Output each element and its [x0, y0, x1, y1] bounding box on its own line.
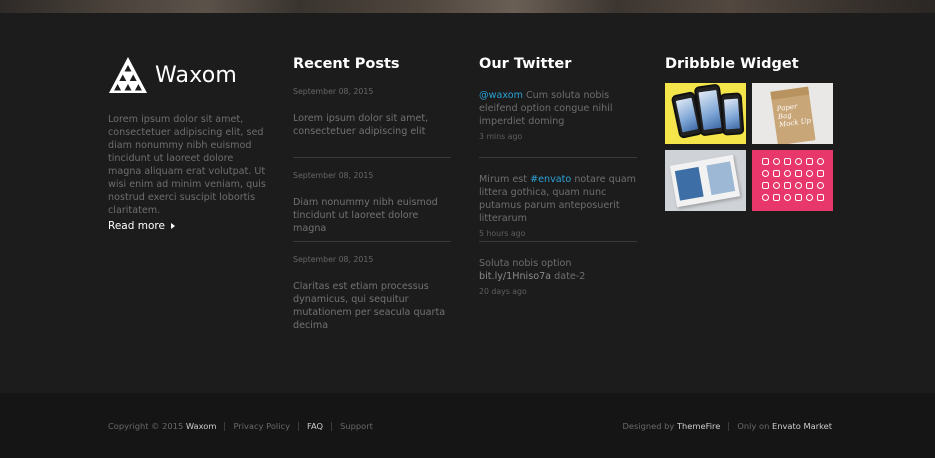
about-text: Lorem ipsum dolor sit amet, consectetuer…: [108, 114, 266, 216]
dribbble-shot-icon-set[interactable]: [752, 150, 833, 211]
tweet-text: Mirum est #envato notare quam littera go…: [479, 173, 637, 225]
divider: [479, 241, 637, 242]
tweet-time: 20 days ago: [479, 287, 527, 296]
tweet-hashtag-link[interactable]: #envato: [530, 174, 571, 185]
logo-text: Waxom: [155, 62, 238, 88]
dribbble-shot-paper-bag[interactable]: Paper Bag Mock Up: [752, 83, 833, 144]
footer-right: Designed by ThemeFire Only on Envato Mar…: [622, 421, 832, 431]
only-on-text: Only on Envato Market: [737, 421, 832, 431]
privacy-policy-link[interactable]: Privacy Policy: [233, 421, 290, 431]
tweet-body: date-2: [551, 271, 586, 282]
tweet-time: 5 hours ago: [479, 229, 526, 238]
dribbble-shot-magazine[interactable]: [665, 150, 746, 211]
tweet-text: @waxom Cum soluta nobis eleifend option …: [479, 89, 637, 128]
tweet-item: @waxom Cum soluta nobis eleifend option …: [479, 89, 637, 141]
dribbble-shot-phones[interactable]: [665, 83, 746, 144]
designed-prefix: Designed by: [622, 421, 677, 431]
dribbble-grid: Paper Bag Mock Up: [665, 83, 833, 211]
themefire-link[interactable]: ThemeFire: [677, 421, 720, 431]
copyright-text: Copyright © 2015 Waxom: [108, 421, 216, 431]
footer-bottom-bar: Copyright © 2015 Waxom Privacy Policy FA…: [0, 393, 935, 458]
envato-market-link[interactable]: Envato Market: [772, 421, 832, 431]
copyright-brand: Waxom: [185, 421, 217, 431]
post-item[interactable]: September 08, 2015 Lorem ipsum dolor sit…: [293, 87, 451, 138]
paper-bag-image: Paper Bag Mock Up: [770, 86, 816, 144]
icon-set-image: [760, 156, 826, 204]
tweet-text: Soluta nobis option bit.ly/1Hniso7a date…: [479, 257, 637, 283]
footer-left: Copyright © 2015 Waxom Privacy Policy FA…: [108, 421, 373, 431]
divider: [293, 157, 451, 158]
footer-separator: [298, 421, 299, 431]
post-date: September 08, 2015: [293, 255, 374, 264]
post-item[interactable]: September 08, 2015 Claritas est etiam pr…: [293, 255, 451, 332]
dribbble-title: Dribbble Widget: [665, 56, 799, 72]
hero-image-strip: [0, 0, 935, 13]
logo[interactable]: Waxom: [108, 56, 237, 94]
caret-right-icon: [170, 223, 175, 229]
read-more-link[interactable]: Read more: [108, 220, 175, 232]
read-more-label: Read more: [108, 220, 165, 232]
tweet-body: Mirum est: [479, 174, 531, 185]
recent-posts-title: Recent Posts: [293, 56, 400, 72]
tweet-url-link[interactable]: bit.ly/1Hniso7a: [479, 271, 551, 282]
post-title[interactable]: Claritas est etiam processus dynamicus, …: [293, 280, 451, 332]
tweet-handle-link[interactable]: @waxom: [479, 90, 523, 101]
post-title[interactable]: Lorem ipsum dolor sit amet, consectetuer…: [293, 112, 451, 138]
only-prefix: Only on: [737, 421, 773, 431]
twitter-title: Our Twitter: [479, 56, 572, 72]
tweet-body: Soluta nobis option: [479, 258, 572, 269]
tweet-item: Soluta nobis option bit.ly/1Hniso7a date…: [479, 257, 637, 296]
divider: [293, 241, 451, 242]
faq-link[interactable]: FAQ: [307, 421, 323, 431]
designed-by-text: Designed by ThemeFire: [622, 421, 720, 431]
paper-bag-text: Paper Bag Mock Up: [776, 102, 812, 129]
footer-separator: [224, 421, 226, 431]
footer-separator: [331, 421, 333, 431]
support-link[interactable]: Support: [340, 421, 373, 431]
divider: [479, 157, 637, 158]
tweet-time: 3 mins ago: [479, 132, 523, 141]
post-title[interactable]: Diam nonummy nibh euismod tincidunt ut l…: [293, 196, 451, 235]
post-date: September 08, 2015: [293, 171, 374, 180]
footer-separator: [728, 421, 730, 431]
post-item[interactable]: September 08, 2015 Diam nonummy nibh eui…: [293, 171, 451, 235]
phone-image: [719, 92, 745, 136]
footer-widgets: Waxom Lorem ipsum dolor sit amet, consec…: [0, 13, 935, 393]
waxom-triangle-logo-icon: [109, 57, 147, 93]
post-date: September 08, 2015: [293, 87, 374, 96]
magazine-image: [669, 154, 741, 208]
copyright-prefix: Copyright © 2015: [108, 421, 186, 431]
tweet-item: Mirum est #envato notare quam littera go…: [479, 173, 637, 238]
